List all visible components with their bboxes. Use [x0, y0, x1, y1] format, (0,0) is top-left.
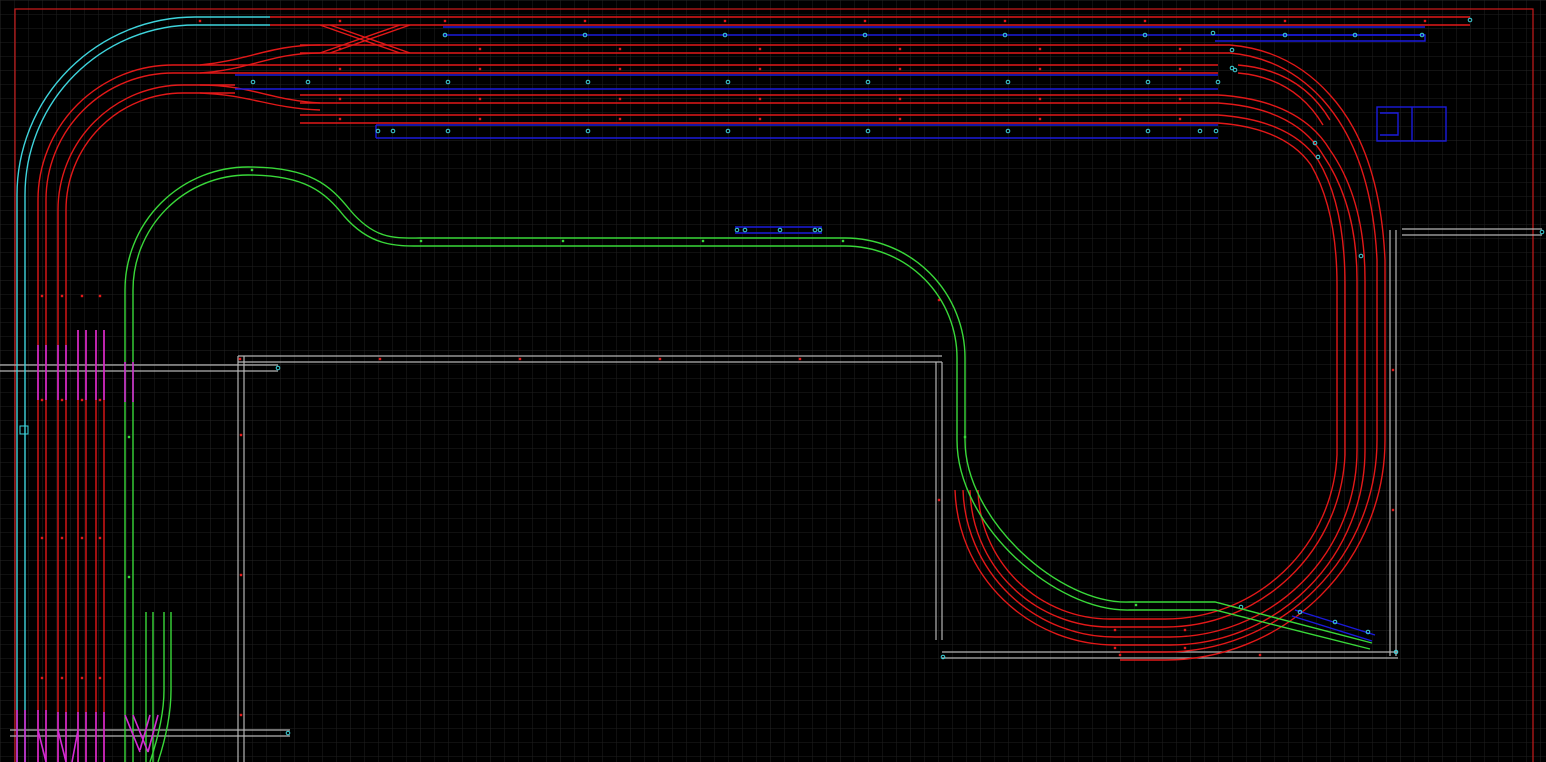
track-joint-icon: [60, 294, 64, 298]
track-joint-icon: [898, 97, 902, 101]
track-joint-icon: [758, 97, 762, 101]
track-joint-icon: [98, 676, 102, 680]
track-joint-icon: [1178, 117, 1182, 121]
track-joint-icon: [238, 357, 242, 361]
track-joint-icon: [80, 676, 84, 680]
track-joint-icon: [618, 117, 622, 121]
track-joint-icon: [1143, 19, 1147, 23]
track-joint-icon: [1283, 19, 1287, 23]
track-joint-icon: [1118, 653, 1122, 657]
track-joint-icon: [60, 536, 64, 540]
track-joint-icon: [478, 67, 482, 71]
track-joint-icon: [127, 435, 131, 439]
track-joint-icon: [1038, 117, 1042, 121]
track-joint-icon: [561, 239, 565, 243]
track-joint-icon: [898, 117, 902, 121]
track-joint-icon: [1178, 67, 1182, 71]
track-joint-icon: [338, 67, 342, 71]
track-joint-icon: [1134, 603, 1138, 607]
track-joint-icon: [1183, 646, 1187, 650]
track-joint-icon: [239, 433, 243, 437]
track-joint-icon: [1113, 628, 1117, 632]
track-joint-icon: [80, 294, 84, 298]
track-joint-icon: [841, 239, 845, 243]
track-joint-icon: [40, 676, 44, 680]
track-joint-icon: [758, 47, 762, 51]
track-joint-icon: [1003, 19, 1007, 23]
track-joint-icon: [1258, 653, 1262, 657]
track-joint-icon: [1423, 19, 1427, 23]
track-joint-icon: [80, 398, 84, 402]
track-plan-canvas[interactable]: [0, 0, 1546, 762]
track-joint-icon: [98, 398, 102, 402]
track-joint-icon: [338, 97, 342, 101]
track-joint-icon: [198, 19, 202, 23]
track-joint-icon: [443, 19, 447, 23]
track-joint-icon: [338, 19, 342, 23]
track-joint-icon: [250, 168, 254, 172]
track-joint-icon: [758, 117, 762, 121]
track-joint-icon: [618, 97, 622, 101]
track-joint-icon: [419, 239, 423, 243]
track-joint-icon: [80, 536, 84, 540]
track-joint-icon: [40, 294, 44, 298]
track-joint-icon: [937, 498, 941, 502]
track-joint-icon: [1391, 368, 1395, 372]
track-joint-icon: [1178, 47, 1182, 51]
track-joint-icon: [239, 573, 243, 577]
track-joint-icon: [338, 47, 342, 51]
track-joint-icon: [378, 357, 382, 361]
track-joint-icon: [618, 67, 622, 71]
track-joint-icon: [127, 575, 131, 579]
track-joint-icon: [40, 398, 44, 402]
track-joint-icon: [963, 435, 967, 439]
track-joint-icon: [863, 19, 867, 23]
track-joint-icon: [60, 676, 64, 680]
track-joint-icon: [338, 117, 342, 121]
track-joint-icon: [478, 47, 482, 51]
track-joint-icon: [898, 67, 902, 71]
track-joint-icon: [98, 294, 102, 298]
track-joint-icon: [1391, 508, 1395, 512]
track-plan-drawing[interactable]: [0, 0, 1546, 762]
track-joint-icon: [1038, 67, 1042, 71]
track-joint-icon: [1183, 628, 1187, 632]
track-joint-icon: [60, 398, 64, 402]
track-joint-icon: [1178, 97, 1182, 101]
track-joint-icon: [1038, 97, 1042, 101]
track-joint-icon: [478, 97, 482, 101]
track-joint-icon: [618, 47, 622, 51]
track-joint-icon: [40, 536, 44, 540]
track-joint-icon: [658, 357, 662, 361]
track-joint-icon: [518, 357, 522, 361]
track-joint-icon: [758, 67, 762, 71]
track-joint-icon: [723, 19, 727, 23]
track-joint-icon: [583, 19, 587, 23]
track-joint-icon: [701, 239, 705, 243]
track-joint-icon: [98, 536, 102, 540]
track-joint-icon: [239, 713, 243, 717]
track-joint-icon: [1038, 47, 1042, 51]
track-joint-icon: [478, 117, 482, 121]
track-joint-icon: [798, 357, 802, 361]
track-joint-icon: [898, 47, 902, 51]
track-joint-icon: [1113, 646, 1117, 650]
